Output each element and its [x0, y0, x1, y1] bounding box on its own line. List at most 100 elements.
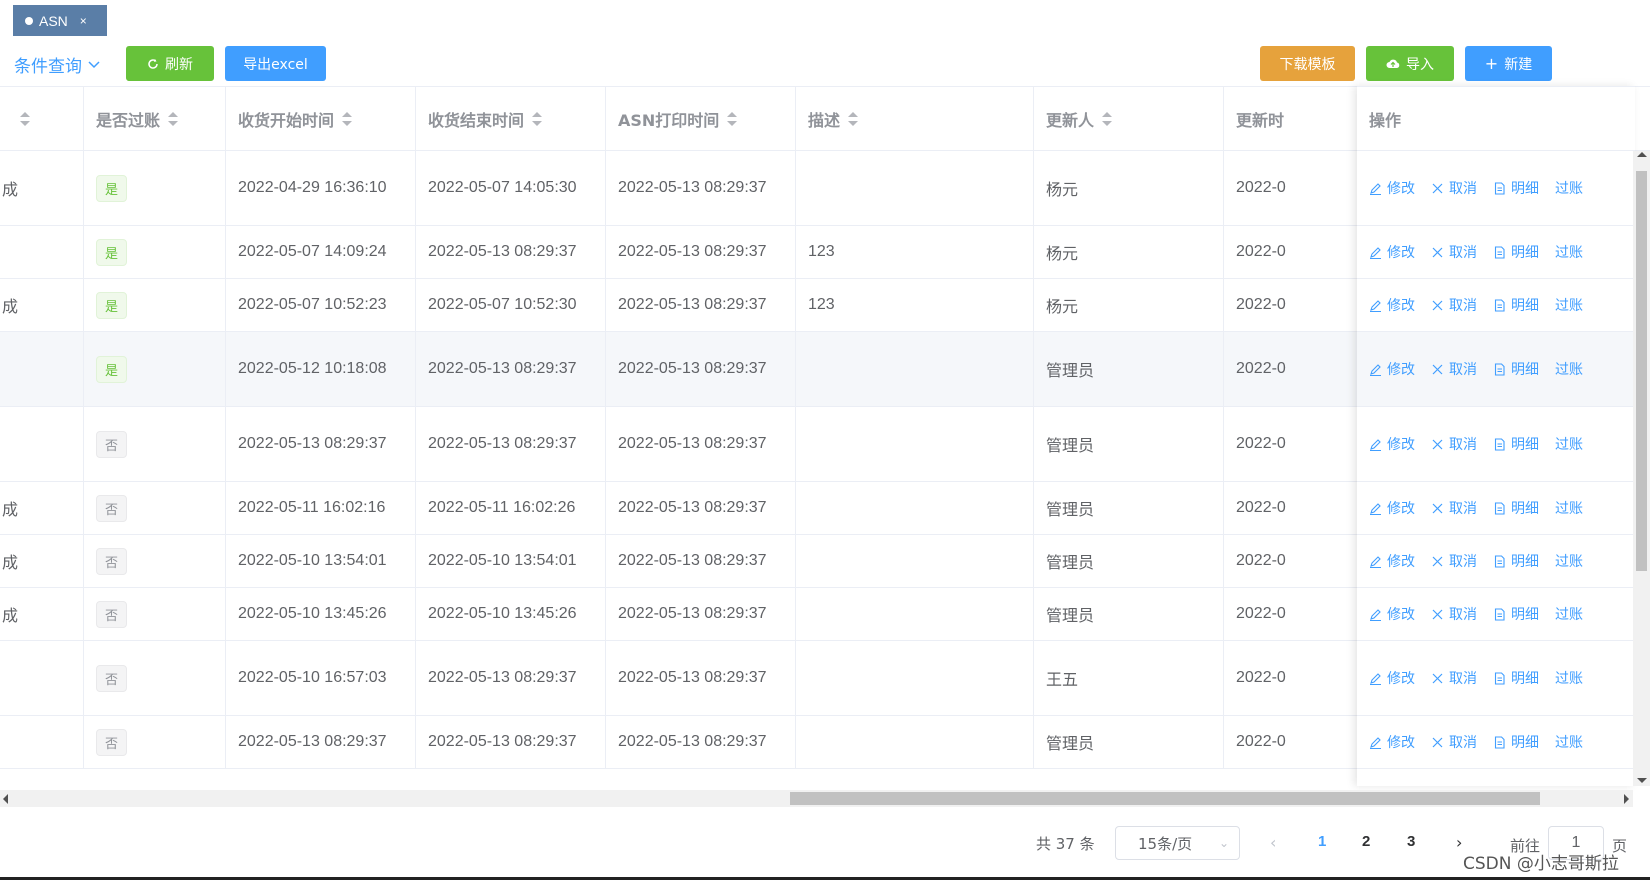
column-header-end-time[interactable]: 收货结束时间	[416, 87, 606, 151]
table-row[interactable]: 成 是 2022-04-29 16:36:10 2022-05-07 14:05:30…	[0, 151, 1364, 226]
page-2[interactable]: 2	[1362, 833, 1370, 850]
import-button[interactable]: 导入	[1366, 46, 1454, 81]
horizontal-scroll-thumb[interactable]	[790, 792, 1540, 805]
cell-end-time: 2022-05-11 16:02:26	[416, 482, 606, 534]
edit-button[interactable]: 修改	[1369, 434, 1415, 454]
download-template-button[interactable]: 下载模板	[1260, 46, 1355, 81]
document-icon	[1494, 607, 1505, 621]
table-row[interactable]: 否 2022-05-10 16:57:03 2022-05-13 08:29:37 2…	[0, 641, 1364, 716]
page-size-select[interactable]: 15条/页 ⌄	[1115, 826, 1240, 860]
sort-icon[interactable]	[1102, 112, 1113, 126]
cell-updater-text: 杨元	[1046, 180, 1079, 199]
operations-row: 修改 取消 明细 过账	[1357, 151, 1635, 226]
column-header-start-time[interactable]: 收货开始时间	[226, 87, 416, 151]
sort-icon[interactable]	[848, 112, 859, 126]
page-3[interactable]: 3	[1407, 833, 1415, 850]
column-header-updated-time[interactable]: 更新时	[1224, 87, 1364, 151]
detail-button[interactable]: 明细	[1493, 359, 1539, 379]
post-button[interactable]: 过账	[1555, 434, 1583, 454]
column-header-print-time[interactable]: ASN打印时间	[606, 87, 796, 151]
edit-button[interactable]: 修改	[1369, 551, 1415, 571]
cancel-button[interactable]: 取消	[1431, 498, 1477, 518]
close-icon[interactable]: ×	[80, 14, 87, 28]
table-row[interactable]: 成 是 2022-05-07 10:52:23 2022-05-07 10:52:30…	[0, 279, 1364, 332]
cancel-button[interactable]: 取消	[1431, 359, 1477, 379]
detail-button[interactable]: 明细	[1493, 551, 1539, 571]
scroll-right-icon[interactable]	[1624, 794, 1629, 804]
cancel-button[interactable]: 取消	[1431, 434, 1477, 454]
column-header-prev[interactable]	[0, 87, 84, 151]
table-row[interactable]: 是 2022-05-12 10:18:08 2022-05-13 08:29:37 2…	[0, 332, 1364, 407]
export-excel-button[interactable]: 导出excel	[225, 46, 326, 81]
scroll-down-icon[interactable]	[1637, 778, 1647, 783]
post-label: 过账	[1555, 298, 1583, 314]
vertical-scroll-thumb[interactable]	[1636, 171, 1647, 571]
next-page-icon[interactable]: ›	[1456, 833, 1462, 852]
sort-icon[interactable]	[20, 112, 30, 126]
page-1[interactable]: 1	[1318, 833, 1326, 850]
detail-button[interactable]: 明细	[1493, 732, 1539, 752]
cancel-button[interactable]: 取消	[1431, 604, 1477, 624]
scroll-left-icon[interactable]	[3, 794, 8, 804]
scroll-up-icon[interactable]	[1637, 152, 1647, 157]
cancel-label: 取消	[1449, 735, 1477, 751]
table-row[interactable]: 否 2022-05-13 08:29:37 2022-05-13 08:29:37 2…	[0, 716, 1364, 769]
post-button[interactable]: 过账	[1555, 551, 1583, 571]
table-row[interactable]: 是 2022-05-07 14:09:24 2022-05-13 08:29:37 2…	[0, 226, 1364, 279]
detail-label: 明细	[1511, 298, 1539, 314]
cancel-button[interactable]: 取消	[1431, 668, 1477, 688]
detail-button[interactable]: 明细	[1493, 242, 1539, 262]
detail-button[interactable]: 明细	[1493, 668, 1539, 688]
detail-button[interactable]: 明细	[1493, 604, 1539, 624]
cancel-button[interactable]: 取消	[1431, 178, 1477, 198]
close-icon	[1432, 183, 1443, 193]
post-button[interactable]: 过账	[1555, 604, 1583, 624]
cell-updater: 管理员	[1034, 407, 1224, 481]
post-button[interactable]: 过账	[1555, 668, 1583, 688]
cell-updater: 管理员	[1034, 482, 1224, 534]
vertical-scrollbar[interactable]	[1633, 151, 1650, 786]
table-row[interactable]: 否 2022-05-13 08:29:37 2022-05-13 08:29:37 2…	[0, 407, 1364, 482]
table-row[interactable]: 成 否 2022-05-10 13:54:01 2022-05-10 13:54:01…	[0, 535, 1364, 588]
column-header-posted[interactable]: 是否过账	[84, 87, 226, 151]
detail-button[interactable]: 明细	[1493, 295, 1539, 315]
table-row[interactable]: 成 否 2022-05-11 16:02:16 2022-05-11 16:02:26…	[0, 482, 1364, 535]
edit-button[interactable]: 修改	[1369, 295, 1415, 315]
create-button[interactable]: + 新建	[1465, 46, 1552, 81]
cancel-button[interactable]: 取消	[1431, 295, 1477, 315]
refresh-button[interactable]: 刷新	[126, 46, 214, 81]
post-button[interactable]: 过账	[1555, 498, 1583, 518]
cancel-button[interactable]: 取消	[1431, 242, 1477, 262]
tab-asn[interactable]: ASN ×	[13, 5, 107, 36]
condition-query-toggle[interactable]: 条件查询	[14, 52, 100, 77]
cell-start-time: 2022-05-07 14:09:24	[226, 226, 416, 278]
column-header-updater[interactable]: 更新人	[1034, 87, 1224, 151]
edit-button[interactable]: 修改	[1369, 178, 1415, 198]
post-button[interactable]: 过账	[1555, 178, 1583, 198]
sort-icon[interactable]	[342, 112, 353, 126]
detail-button[interactable]: 明细	[1493, 498, 1539, 518]
post-button[interactable]: 过账	[1555, 732, 1583, 752]
sort-icon[interactable]	[532, 112, 543, 126]
cancel-button[interactable]: 取消	[1431, 732, 1477, 752]
edit-button[interactable]: 修改	[1369, 498, 1415, 518]
detail-button[interactable]: 明细	[1493, 434, 1539, 454]
post-button[interactable]: 过账	[1555, 295, 1583, 315]
edit-button[interactable]: 修改	[1369, 732, 1415, 752]
table-row[interactable]: 成 否 2022-05-10 13:45:26 2022-05-10 13:45:26…	[0, 588, 1364, 641]
cancel-label: 取消	[1449, 607, 1477, 623]
edit-button[interactable]: 修改	[1369, 604, 1415, 624]
sort-icon[interactable]	[727, 112, 738, 126]
edit-button[interactable]: 修改	[1369, 359, 1415, 379]
detail-button[interactable]: 明细	[1493, 178, 1539, 198]
prev-page-icon[interactable]: ‹	[1270, 833, 1276, 852]
column-header-description[interactable]: 描述	[796, 87, 1034, 151]
sort-icon[interactable]	[168, 112, 179, 126]
edit-button[interactable]: 修改	[1369, 668, 1415, 688]
cancel-button[interactable]: 取消	[1431, 551, 1477, 571]
post-button[interactable]: 过账	[1555, 242, 1583, 262]
cell-start-time-text: 2022-05-10 16:57:03	[238, 669, 387, 686]
post-button[interactable]: 过账	[1555, 359, 1583, 379]
edit-button[interactable]: 修改	[1369, 242, 1415, 262]
horizontal-scrollbar[interactable]	[0, 790, 1633, 807]
